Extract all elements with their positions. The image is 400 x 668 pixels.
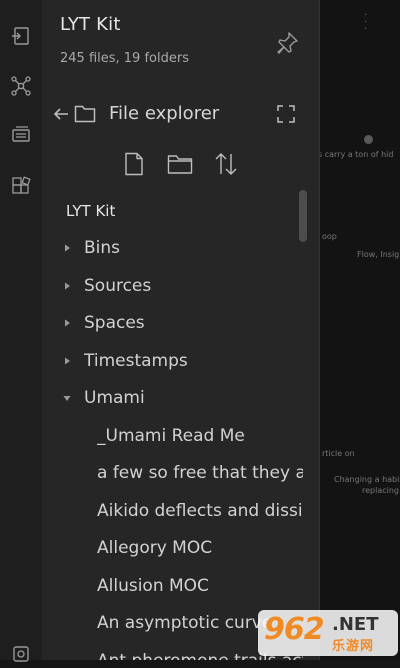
view-title: File explorer [109, 103, 220, 124]
folder-bins[interactable]: Bins [62, 229, 120, 266]
left-ribbon [0, 0, 43, 662]
expand-icon[interactable] [277, 105, 295, 123]
expanded-arrow-icon [63, 395, 71, 401]
folder-timestamps[interactable]: Timestamps [62, 342, 188, 379]
scrollbar-thumb[interactable] [299, 190, 307, 242]
graph-label: s carry a ton of hid [320, 150, 394, 159]
collapsed-arrow-icon [65, 282, 70, 289]
file-item[interactable]: a few so free that they a [97, 454, 303, 491]
plugins-icon[interactable] [7, 172, 35, 200]
graph-label: Flow, Insig [357, 250, 400, 259]
file-item[interactable]: Aikido deflects and dissip [97, 492, 303, 529]
graph-view[interactable]: · · · s carry a ton of hid oop Flow, Insig… [320, 0, 400, 660]
tree-item-label: Aikido deflects and dissip [97, 500, 303, 521]
vault-switcher-icon[interactable] [7, 640, 35, 668]
graph-label: Changing a habi [334, 475, 400, 484]
vault-stats: 245 files, 19 folders [60, 51, 189, 66]
vault-name[interactable]: LYT Kit [60, 14, 121, 35]
tree-item-label: Umami [84, 387, 145, 408]
folder-umami[interactable]: Umami [62, 379, 145, 416]
pin-icon[interactable] [274, 30, 300, 56]
vault-root[interactable]: LYT Kit [66, 192, 115, 229]
watermark-number: 962 [264, 612, 325, 647]
tree-item-label: Sources [84, 275, 152, 296]
tree-item-label: Spaces [84, 312, 145, 333]
watermark-domain: .NET [332, 614, 379, 635]
new-note-icon[interactable] [124, 152, 148, 176]
tree-item-label: Allegory MOC [97, 537, 213, 558]
tree-item-label: Allusion MOC [97, 575, 209, 596]
tree-item-label: a few so free that they a [97, 462, 303, 483]
folder-sources[interactable]: Sources [62, 267, 151, 304]
new-folder-icon[interactable] [167, 152, 193, 176]
scrollbar[interactable] [299, 190, 307, 660]
file-item[interactable]: _Umami Read Me [97, 417, 303, 454]
graph-view-icon[interactable] [7, 72, 35, 100]
collapsed-arrow-icon [65, 319, 70, 326]
tree-item-label: An asymptotic curve [97, 612, 273, 633]
back-arrow-icon[interactable] [52, 105, 70, 123]
collapsed-arrow-icon [65, 244, 70, 251]
graph-node[interactable] [364, 135, 373, 144]
file-item[interactable]: Allusion MOC [97, 567, 303, 604]
watermark-logo: 962 .NET 乐游网 [258, 608, 400, 660]
folder-icon [74, 103, 96, 123]
tree-item-label: _Umami Read Me [97, 425, 245, 446]
collapsed-arrow-icon [65, 357, 70, 364]
watermark-chinese-text: 乐游网 [332, 639, 375, 654]
graph-label: rticle on [322, 449, 355, 458]
file-item[interactable]: Allegory MOC [97, 529, 303, 566]
folder-spaces[interactable]: Spaces [62, 304, 145, 341]
tree-item-label: Bins [84, 237, 121, 258]
slides-icon[interactable] [7, 121, 35, 149]
tree-item-label: LYT Kit [66, 201, 116, 220]
more-options-icon[interactable]: · · · [364, 11, 367, 35]
tree-item-label: Timestamps [84, 350, 188, 371]
graph-label: replacing [362, 486, 400, 495]
file-explorer-panel: LYT Kit 245 files, 19 folders File explo… [42, 0, 320, 660]
open-quick-switcher-icon[interactable] [7, 22, 35, 50]
graph-label: oop [322, 232, 337, 241]
sort-icon[interactable] [213, 152, 239, 176]
